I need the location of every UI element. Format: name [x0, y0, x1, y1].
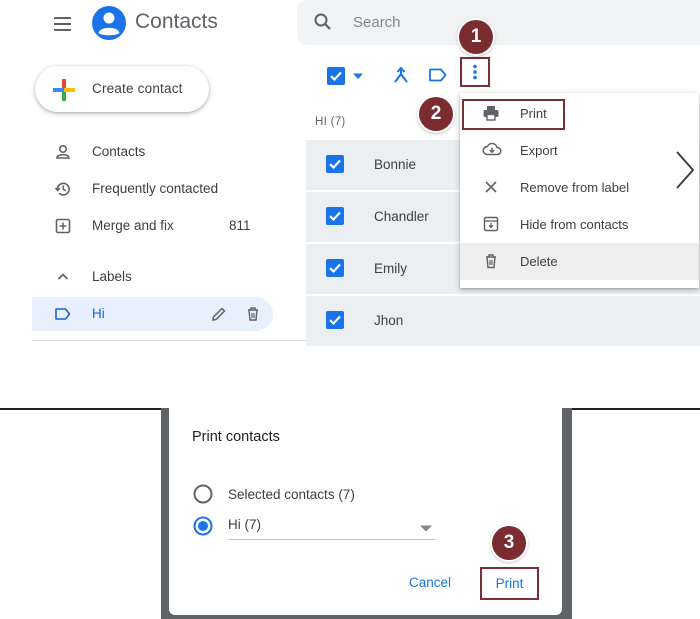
option-label-hi-value[interactable]: Hi (7) [228, 517, 261, 532]
search-input[interactable]: Search [353, 14, 401, 31]
trash-icon [482, 252, 500, 270]
row-checkbox[interactable] [326, 207, 344, 225]
chevron-down-icon[interactable] [419, 523, 433, 533]
row-checkbox[interactable] [326, 155, 344, 173]
archive-icon [482, 215, 500, 233]
sidebar-label-name: Hi [92, 306, 105, 321]
merge-count-badge: 811 [229, 218, 251, 233]
app-title: Contacts [135, 10, 218, 33]
step-badge-2: 2 [419, 97, 453, 131]
more-actions-menu: Print Export Remove from label Hide from… [460, 93, 699, 288]
menu-item-label: Hide from contacts [520, 217, 629, 232]
menu-item-hide-from-contacts[interactable]: Hide from contacts [460, 206, 699, 243]
create-contact-label: Create contact [92, 81, 183, 96]
contacts-logo-icon [91, 5, 127, 41]
menu-item-remove-from-label[interactable]: Remove from label [460, 169, 699, 206]
select-underline [229, 539, 435, 540]
chevron-up-icon [54, 268, 72, 286]
menu-item-delete[interactable]: Delete [460, 243, 699, 280]
manage-labels-icon[interactable] [428, 67, 448, 83]
contact-row[interactable]: Jhon [306, 296, 700, 346]
create-contact-button[interactable]: Create contact [35, 66, 209, 112]
contact-name: Bonnie [374, 157, 417, 172]
menu-item-print[interactable]: Print [460, 95, 699, 132]
step-badge-1: 1 [459, 20, 493, 54]
print-dialog-screenshot: Print contacts Selected contacts (7) Hi … [161, 408, 572, 619]
sidebar-label-hi[interactable]: Hi [32, 297, 273, 331]
step-badge-3: 3 [492, 526, 526, 560]
contact-name: Emily [374, 261, 407, 276]
print-highlight-box [462, 99, 565, 130]
sidebar-item-label: Contacts [92, 144, 146, 159]
print-contacts-dialog: Print contacts Selected contacts (7) Hi … [169, 408, 562, 615]
merge-icon[interactable] [391, 64, 411, 86]
radio-selected-contacts[interactable] [193, 484, 213, 504]
contact-name: Jhon [374, 313, 404, 328]
row-checkbox[interactable] [326, 311, 344, 329]
sidebar-item-label: Merge and fix [92, 218, 174, 233]
chevron-right-icon[interactable] [673, 150, 697, 190]
menu-item-label: Export [520, 143, 558, 158]
radio-label-hi[interactable] [193, 516, 213, 536]
option-selected-contacts-label: Selected contacts (7) [228, 487, 355, 502]
edit-label-icon[interactable] [210, 305, 228, 323]
person-icon [54, 143, 72, 161]
main-menu-icon[interactable] [52, 14, 76, 34]
select-dropdown-icon[interactable] [352, 71, 364, 81]
label-icon [54, 306, 72, 322]
sidebar-item-merge-and-fix[interactable]: Merge and fix 811 [32, 209, 272, 243]
sidebar-item-contacts[interactable]: Contacts [32, 135, 272, 169]
cloud-download-icon [482, 141, 502, 157]
labels-heading: Labels [92, 269, 132, 284]
menu-item-export[interactable]: Export [460, 132, 699, 169]
search-bar[interactable]: Search [297, 0, 700, 45]
more-vert-icon [473, 64, 477, 80]
menu-item-label: Remove from label [520, 180, 630, 195]
sidebar-item-label: Frequently contacted [92, 181, 219, 196]
print-button[interactable]: Print [480, 567, 539, 600]
row-checkbox[interactable] [326, 259, 344, 277]
dialog-title: Print contacts [192, 429, 280, 445]
labels-section-toggle[interactable]: Labels [32, 260, 272, 294]
sidebar-item-frequently-contacted[interactable]: Frequently contacted [32, 172, 272, 206]
history-icon [54, 180, 72, 198]
plus-icon [51, 77, 77, 103]
close-icon [482, 178, 500, 196]
delete-label-icon[interactable] [244, 305, 262, 323]
more-actions-button[interactable] [460, 57, 490, 87]
search-icon[interactable] [313, 12, 333, 32]
select-all-checkbox[interactable] [327, 67, 345, 85]
contact-name: Chandler [374, 209, 429, 224]
list-header: HI (7) [315, 116, 346, 128]
menu-item-label: Delete [520, 254, 558, 269]
merge-fix-icon [54, 217, 72, 235]
contacts-app-screenshot: Contacts Search Create contact Contacts … [0, 0, 700, 410]
print-button-label: Print [495, 576, 524, 591]
cancel-button[interactable]: Cancel [409, 575, 451, 590]
